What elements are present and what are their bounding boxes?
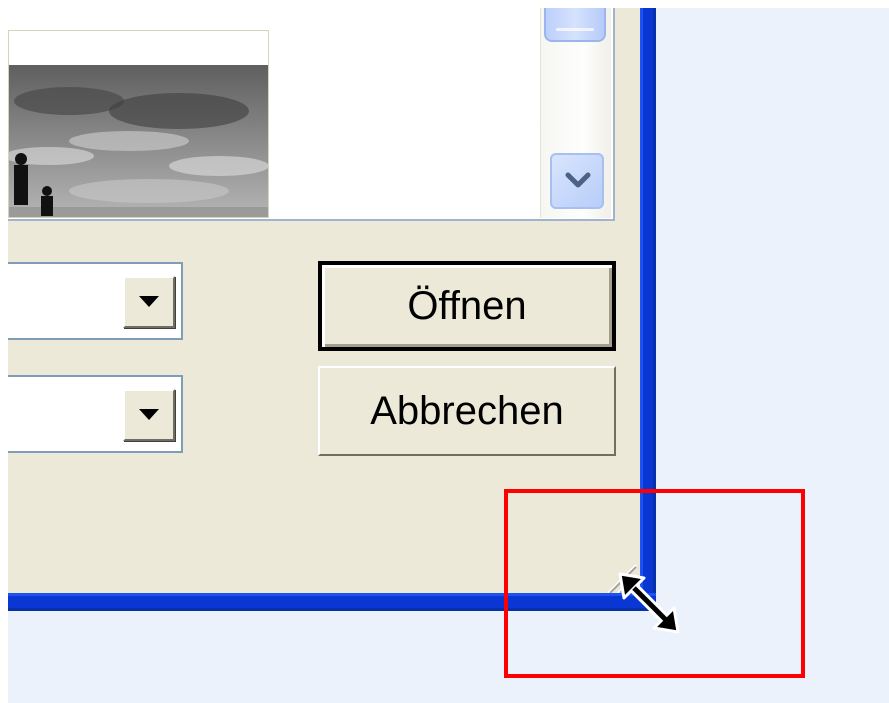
dropdown-arrow-icon xyxy=(139,296,159,307)
file-type-combobox[interactable] xyxy=(8,262,183,340)
dropdown-arrow-icon xyxy=(139,409,159,420)
cancel-button-label: Abbrechen xyxy=(370,389,564,433)
scrollbar-thumb[interactable] xyxy=(544,8,606,42)
cancel-button[interactable]: Abbrechen xyxy=(318,366,616,456)
open-button[interactable]: Öffnen xyxy=(318,261,616,351)
file-type-dropdown-button[interactable] xyxy=(123,276,175,328)
encoding-combobox[interactable] xyxy=(8,375,183,453)
encoding-dropdown-button[interactable] xyxy=(123,389,175,441)
preview-image xyxy=(8,30,269,218)
highlight-box xyxy=(504,489,805,678)
open-button-label: Öffnen xyxy=(407,284,527,328)
chevron-down-icon xyxy=(565,172,591,188)
scroll-down-button[interactable] xyxy=(550,153,604,209)
